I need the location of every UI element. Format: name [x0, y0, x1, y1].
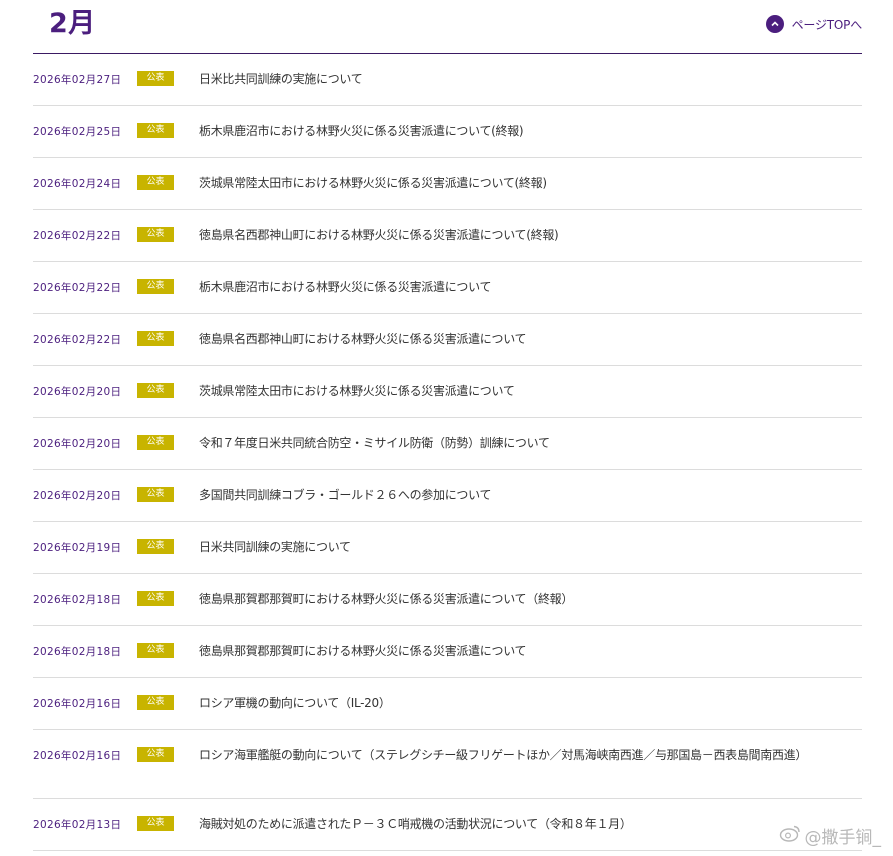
category-badge: 公表 — [137, 123, 174, 138]
news-title: 多国間共同訓練コブラ・ゴールド２６への参加について — [199, 488, 492, 502]
news-title: 徳島県名西郡神山町における林野火災に係る災害派遣について(終報) — [199, 228, 559, 242]
news-date: 2026年02月22日 — [33, 230, 122, 242]
news-item: 2026年02月18日 公表 徳島県那賀郡那賀町における林野火災に係る災害派遣に… — [33, 626, 862, 678]
category-badge: 公表 — [137, 227, 174, 242]
news-date: 2026年02月25日 — [33, 126, 122, 138]
news-item: 2026年02月22日 公表 徳島県名西郡神山町における林野火災に係る災害派遣に… — [33, 314, 862, 366]
news-date: 2026年02月22日 — [33, 282, 122, 294]
news-item: 2026年02月22日 公表 徳島県名西郡神山町における林野火災に係る災害派遣に… — [33, 210, 862, 262]
news-title: 日米共同訓練の実施について — [199, 540, 351, 554]
news-link[interactable]: 2026年02月22日 公表 徳島県名西郡神山町における林野火災に係る災害派遣に… — [33, 314, 862, 365]
news-list: 2026年02月27日 公表 日米比共同訓練の実施について 2026年02月25… — [33, 54, 862, 851]
news-item: 2026年02月20日 公表 茨城県常陸太田市における林野火災に係る災害派遣につ… — [33, 366, 862, 418]
news-link[interactable]: 2026年02月16日 公表 ロシア海軍艦艇の動向について（ステレグシチー級フリ… — [33, 730, 862, 798]
news-date: 2026年02月16日 — [33, 698, 122, 710]
news-title: 栃木県鹿沼市における林野火災に係る災害派遣について — [199, 280, 492, 294]
news-item: 2026年02月25日 公表 栃木県鹿沼市における林野火災に係る災害派遣について… — [33, 106, 862, 158]
news-item: 2026年02月24日 公表 茨城県常陸太田市における林野火災に係る災害派遣につ… — [33, 158, 862, 210]
news-date: 2026年02月20日 — [33, 386, 122, 398]
category-badge: 公表 — [137, 331, 174, 346]
news-item: 2026年02月16日 公表 ロシア軍機の動向について（IL-20） — [33, 678, 862, 730]
news-date: 2026年02月18日 — [33, 594, 122, 606]
news-date: 2026年02月20日 — [33, 490, 122, 502]
news-title: 栃木県鹿沼市における林野火災に係る災害派遣について(終報) — [199, 124, 524, 138]
news-link[interactable]: 2026年02月27日 公表 日米比共同訓練の実施について — [33, 54, 862, 105]
news-link[interactable]: 2026年02月19日 公表 日米共同訓練の実施について — [33, 522, 862, 573]
news-link[interactable]: 2026年02月22日 公表 徳島県名西郡神山町における林野火災に係る災害派遣に… — [33, 210, 862, 261]
news-item: 2026年02月27日 公表 日米比共同訓練の実施について — [33, 54, 862, 106]
news-title: 令和７年度日米共同統合防空・ミサイル防衛（防勢）訓練について — [199, 436, 550, 450]
news-date: 2026年02月19日 — [33, 542, 122, 554]
category-badge: 公表 — [137, 539, 174, 554]
news-title: 茨城県常陸太田市における林野火災に係る災害派遣について — [199, 384, 515, 398]
news-title: 徳島県名西郡神山町における林野火災に係る災害派遣について — [199, 332, 527, 346]
news-title: 海賊対処のために派遣されたＰ－３Ｃ哨戒機の活動状況について（令和８年１月） — [199, 817, 632, 831]
news-date: 2026年02月16日 — [33, 750, 122, 762]
category-badge: 公表 — [137, 487, 174, 502]
news-title: 徳島県那賀郡那賀町における林野火災に係る災害派遣について（終報） — [199, 592, 574, 606]
news-title: ロシア海軍艦艇の動向について（ステレグシチー級フリゲートほか／対馬海峡南西進／与… — [199, 748, 808, 762]
news-item: 2026年02月18日 公表 徳島県那賀郡那賀町における林野火災に係る災害派遣に… — [33, 574, 862, 626]
category-badge: 公表 — [137, 747, 174, 762]
news-link[interactable]: 2026年02月20日 公表 多国間共同訓練コブラ・ゴールド２６への参加について — [33, 470, 862, 521]
news-link[interactable]: 2026年02月18日 公表 徳島県那賀郡那賀町における林野火災に係る災害派遣に… — [33, 574, 862, 625]
news-link[interactable]: 2026年02月16日 公表 ロシア軍機の動向について（IL-20） — [33, 678, 862, 729]
news-link[interactable]: 2026年02月25日 公表 栃木県鹿沼市における林野火災に係る災害派遣について… — [33, 106, 862, 157]
news-section: 2月 ページTOPへ 2026年02月27日 公表 日米比共同訓練の実施について… — [33, 0, 862, 851]
news-item: 2026年02月20日 公表 多国間共同訓練コブラ・ゴールド２６への参加について — [33, 470, 862, 522]
chevron-up-icon — [765, 15, 784, 33]
category-badge: 公表 — [137, 816, 174, 831]
month-heading: 2月 — [49, 8, 96, 39]
news-link[interactable]: 2026年02月20日 公表 茨城県常陸太田市における林野火災に係る災害派遣につ… — [33, 366, 862, 417]
news-item: 2026年02月20日 公表 令和７年度日米共同統合防空・ミサイル防衛（防勢）訓… — [33, 418, 862, 470]
news-date: 2026年02月27日 — [33, 74, 122, 86]
news-item: 2026年02月22日 公表 栃木県鹿沼市における林野火災に係る災害派遣について — [33, 262, 862, 314]
category-badge: 公表 — [137, 175, 174, 190]
category-badge: 公表 — [137, 383, 174, 398]
page-top-link[interactable]: ページTOPへ — [765, 15, 863, 33]
news-date: 2026年02月22日 — [33, 334, 122, 346]
news-link[interactable]: 2026年02月24日 公表 茨城県常陸太田市における林野火災に係る災害派遣につ… — [33, 158, 862, 209]
news-link[interactable]: 2026年02月22日 公表 栃木県鹿沼市における林野火災に係る災害派遣について — [33, 262, 862, 313]
news-date: 2026年02月13日 — [33, 819, 122, 831]
news-date: 2026年02月24日 — [33, 178, 122, 190]
section-header: 2月 ページTOPへ — [33, 0, 862, 54]
category-badge: 公表 — [137, 279, 174, 294]
category-badge: 公表 — [137, 71, 174, 86]
news-title: 徳島県那賀郡那賀町における林野火災に係る災害派遣について — [199, 644, 527, 658]
news-date: 2026年02月20日 — [33, 438, 122, 450]
news-link[interactable]: 2026年02月20日 公表 令和７年度日米共同統合防空・ミサイル防衛（防勢）訓… — [33, 418, 862, 469]
category-badge: 公表 — [137, 591, 174, 606]
category-badge: 公表 — [137, 643, 174, 658]
news-title: ロシア軍機の動向について（IL-20） — [199, 696, 391, 710]
news-title: 日米比共同訓練の実施について — [199, 72, 363, 86]
news-item: 2026年02月13日 公表 海賊対処のために派遣されたＰ－３Ｃ哨戒機の活動状況… — [33, 799, 862, 851]
news-item: 2026年02月19日 公表 日米共同訓練の実施について — [33, 522, 862, 574]
news-link[interactable]: 2026年02月13日 公表 海賊対処のために派遣されたＰ－３Ｃ哨戒機の活動状況… — [33, 799, 862, 850]
news-item: 2026年02月16日 公表 ロシア海軍艦艇の動向について（ステレグシチー級フリ… — [33, 730, 862, 799]
page-top-label: ページTOPへ — [791, 17, 863, 32]
category-badge: 公表 — [137, 435, 174, 450]
category-badge: 公表 — [137, 695, 174, 710]
news-date: 2026年02月18日 — [33, 646, 122, 658]
news-link[interactable]: 2026年02月18日 公表 徳島県那賀郡那賀町における林野火災に係る災害派遣に… — [33, 626, 862, 677]
news-title: 茨城県常陸太田市における林野火災に係る災害派遣について(終報) — [199, 176, 547, 190]
